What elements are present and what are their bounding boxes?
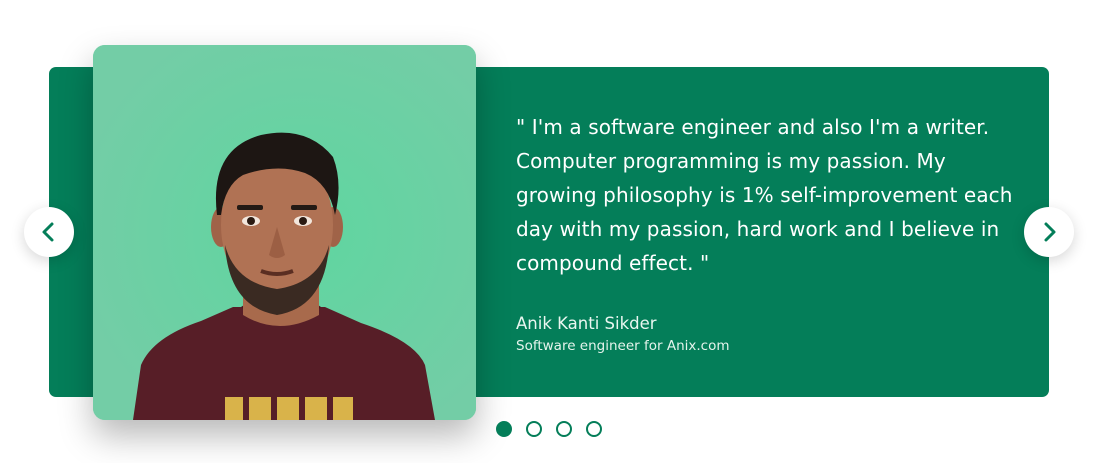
pagination-dot-3[interactable]	[556, 421, 572, 437]
chevron-left-icon	[42, 222, 54, 242]
author-name: Anik Kanti Sikder	[516, 314, 657, 333]
author-photo	[93, 45, 476, 420]
next-slide-button[interactable]	[1024, 207, 1074, 257]
testimonial-quote: " I'm a software engineer and also I'm a…	[516, 115, 1013, 275]
pagination-dot-4[interactable]	[586, 421, 602, 437]
pagination-dot-2[interactable]	[526, 421, 542, 437]
previous-slide-button[interactable]	[24, 207, 74, 257]
slide-pagination	[496, 421, 602, 437]
author-role: Software engineer for Anix.com	[516, 338, 730, 354]
chevron-right-icon	[1044, 222, 1056, 242]
pagination-dot-1[interactable]	[496, 421, 512, 437]
testimonial-slider: " I'm a software engineer and also I'm a…	[0, 0, 1106, 463]
